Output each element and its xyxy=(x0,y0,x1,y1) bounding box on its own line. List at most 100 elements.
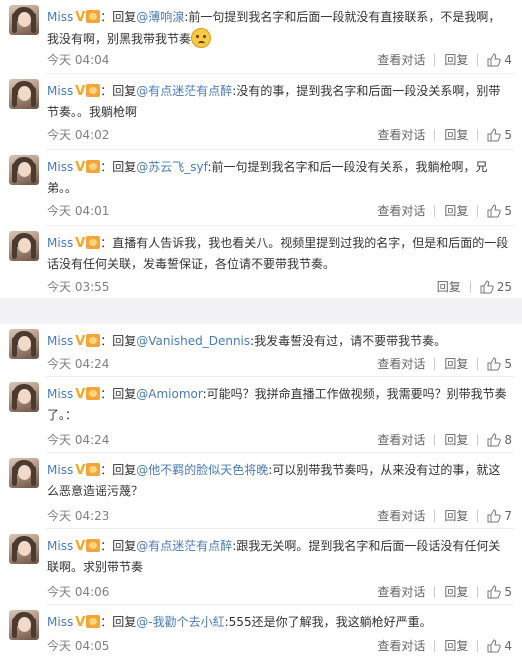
comment-text: Miss V ：回复@-我勸个去小紅:555还是你了解我，我这躺枪好严重。 xyxy=(47,612,512,633)
user-name[interactable]: Miss xyxy=(47,387,73,401)
mention-link[interactable]: @Amiomor xyxy=(136,387,202,401)
comment-text: Miss V ：回复@有点迷茫有点醉:跟我无关啊。提到我名字和后面一段话没有任何关联… xyxy=(47,536,512,578)
like-button[interactable]: 7 xyxy=(487,508,512,524)
timestamp: 今天 04:01 xyxy=(47,204,110,218)
view-dialog-link[interactable]: 查看对话 xyxy=(377,432,425,448)
user-name[interactable]: Miss xyxy=(47,236,73,250)
like-button[interactable]: 5 xyxy=(487,356,512,372)
reply-link[interactable]: 回复 xyxy=(444,638,468,654)
avatar[interactable] xyxy=(9,458,39,488)
user-name[interactable]: Miss xyxy=(47,539,73,553)
avatar[interactable] xyxy=(9,5,39,35)
divider xyxy=(434,586,436,598)
avatar[interactable] xyxy=(9,155,39,185)
comment-item: Miss V ：回复@有点迷茫有点醉:跟我无关啊。提到我名字和后面一段话没有任何关联… xyxy=(0,529,522,605)
mention-link[interactable]: @Vanished_Dennis xyxy=(136,334,250,348)
comment-item: Miss V ：回复@薄响湶:前一句提到我名字和后面一段就没有直接联系，不是我啊，我… xyxy=(0,0,522,74)
reply-prefix: ：回复 xyxy=(100,160,137,174)
divider xyxy=(469,281,471,293)
comment-meta: 今天 04:02 查看对话 回复 5 xyxy=(47,127,512,143)
user-name[interactable]: Miss xyxy=(47,160,73,174)
reply-link[interactable]: 回复 xyxy=(437,279,461,295)
like-count: 5 xyxy=(504,585,512,599)
reply-link[interactable]: 回复 xyxy=(444,52,468,68)
verified-v-icon: V xyxy=(75,615,86,630)
divider xyxy=(434,205,436,217)
avatar[interactable] xyxy=(9,79,39,109)
sad-face-emoji-icon xyxy=(191,28,212,48)
user-name[interactable]: Miss xyxy=(47,334,73,348)
verified-v-icon: V xyxy=(75,160,86,175)
comment-meta: 今天 04:06 查看对话 回复 5 xyxy=(47,584,512,600)
avatar[interactable] xyxy=(9,610,39,640)
avatar[interactable] xyxy=(9,329,39,359)
like-count: 4 xyxy=(504,639,512,653)
user-name[interactable]: Miss xyxy=(47,10,73,24)
mention-link[interactable]: @他不羁的脸似天色将晚 xyxy=(136,463,268,477)
reply-link[interactable]: 回复 xyxy=(444,356,468,372)
divider xyxy=(477,434,479,446)
like-count: 7 xyxy=(504,509,512,523)
medal-icon xyxy=(86,463,101,476)
avatar[interactable] xyxy=(9,231,39,261)
reply-prefix: ：回复 xyxy=(100,615,137,629)
divider xyxy=(477,510,479,522)
user-name[interactable]: Miss xyxy=(47,615,73,629)
comment-body: :我发毒誓没有过，请不要带我节奏。 xyxy=(250,334,447,348)
mention-link[interactable]: @薄响湶 xyxy=(136,10,184,24)
view-dialog-link[interactable]: 查看对话 xyxy=(377,52,425,68)
view-dialog-link[interactable]: 查看对话 xyxy=(377,508,425,524)
avatar[interactable] xyxy=(9,534,39,564)
like-button[interactable]: 5 xyxy=(487,203,512,219)
medal-icon xyxy=(86,539,101,552)
reply-prefix: ：回复 xyxy=(100,10,137,24)
comment-body: 直播有人告诉我，我也看关八。视频里提到过我的名字，但是和后面的一段话没有任何关联… xyxy=(47,236,509,271)
reply-link[interactable]: 回复 xyxy=(444,432,468,448)
like-button[interactable]: 4 xyxy=(487,638,512,654)
medal-icon xyxy=(86,160,101,173)
divider xyxy=(434,510,436,522)
divider xyxy=(434,358,436,370)
comment-meta: 今天 04:24 查看对话 回复 8 xyxy=(47,432,512,448)
verified-v-icon: V xyxy=(75,236,86,251)
like-button[interactable]: 25 xyxy=(480,279,512,295)
view-dialog-link[interactable]: 查看对话 xyxy=(377,127,425,143)
thumbs-up-icon xyxy=(487,128,502,142)
view-dialog-link[interactable]: 查看对话 xyxy=(377,584,425,600)
mention-link[interactable]: @有点迷茫有点醉 xyxy=(136,84,232,98)
view-dialog-link[interactable]: 查看对话 xyxy=(377,203,425,219)
timestamp: 今天 03:55 xyxy=(47,280,110,294)
like-count: 5 xyxy=(504,357,512,371)
comment-body: :555还是你了解我，我这躺枪好严重。 xyxy=(224,615,432,629)
thumbs-up-icon xyxy=(487,509,502,523)
thumbs-up-icon xyxy=(487,585,502,599)
divider xyxy=(434,54,436,66)
verified-v-icon: V xyxy=(75,334,86,349)
timestamp: 今天 04:24 xyxy=(47,357,110,371)
comment-text: Miss V ：回复@苏云飞_syf:前一句提到我名字和后一段没有关系，我躺枪啊，兄… xyxy=(47,157,512,199)
comment-item: Miss V ：回复@他不羁的脸似天色将晚:可以别带我节奏吗，从来没有过的事，就这么… xyxy=(0,453,522,529)
comment-meta: 今天 04:24 查看对话 回复 5 xyxy=(47,356,512,372)
reply-link[interactable]: 回复 xyxy=(444,508,468,524)
reply-prefix: ：回复 xyxy=(100,387,137,401)
comment-meta: 今天 04:01 查看对话 回复 5 xyxy=(47,203,512,219)
like-count: 4 xyxy=(504,53,512,67)
mention-link[interactable]: @有点迷茫有点醉 xyxy=(136,539,232,553)
reply-prefix: ：回复 xyxy=(100,334,137,348)
timestamp: 今天 04:23 xyxy=(47,509,110,523)
like-button[interactable]: 4 xyxy=(487,52,512,68)
view-dialog-link[interactable]: 查看对话 xyxy=(377,638,425,654)
like-button[interactable]: 8 xyxy=(487,432,512,448)
avatar[interactable] xyxy=(9,382,39,412)
user-name[interactable]: Miss xyxy=(47,84,73,98)
like-button[interactable]: 5 xyxy=(487,584,512,600)
divider xyxy=(477,54,479,66)
reply-link[interactable]: 回复 xyxy=(444,127,468,143)
reply-link[interactable]: 回复 xyxy=(444,584,468,600)
like-button[interactable]: 5 xyxy=(487,127,512,143)
user-name[interactable]: Miss xyxy=(47,463,73,477)
view-dialog-link[interactable]: 查看对话 xyxy=(377,356,425,372)
mention-link[interactable]: @苏云飞_syf xyxy=(136,160,207,174)
reply-link[interactable]: 回复 xyxy=(444,203,468,219)
mention-link[interactable]: @-我勸个去小紅 xyxy=(136,615,224,629)
